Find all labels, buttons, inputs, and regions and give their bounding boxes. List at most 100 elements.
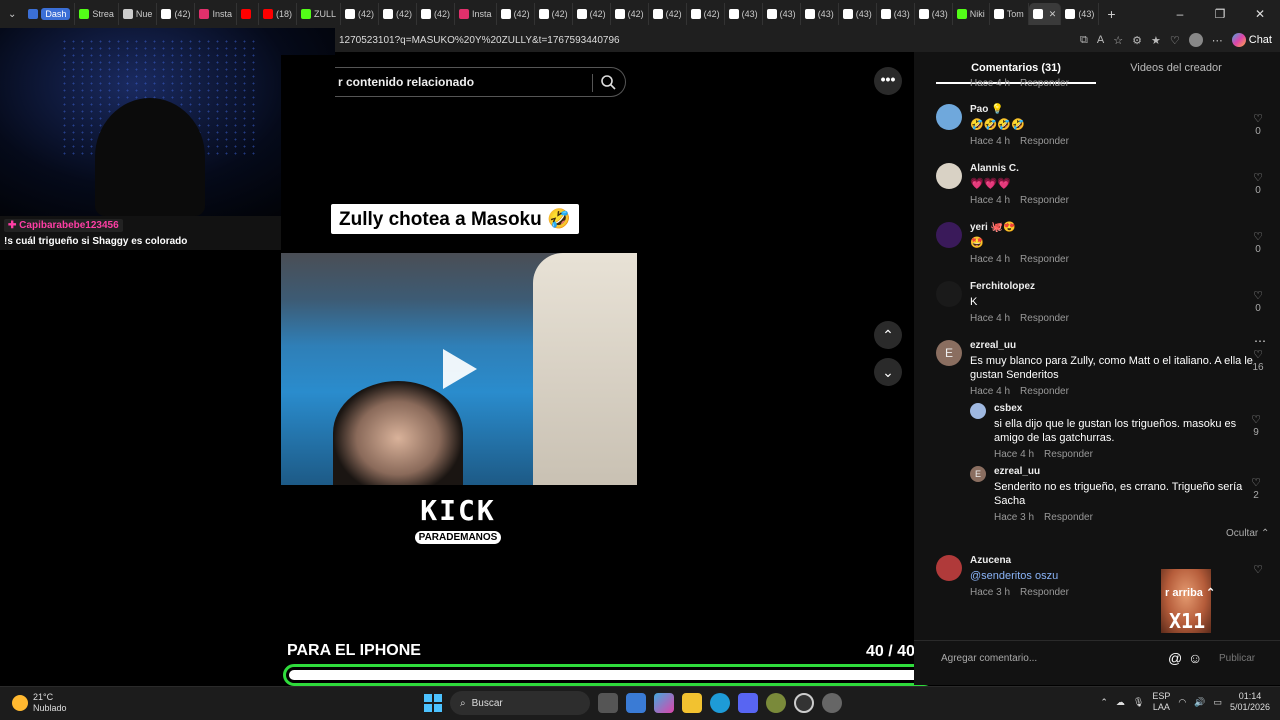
browser-tab[interactable]	[237, 3, 259, 25]
like-icon[interactable]: ♡ 9	[1248, 413, 1264, 438]
edge-icon[interactable]	[710, 693, 730, 713]
hide-replies-button[interactable]: Ocultar ⌃	[1226, 528, 1269, 539]
reply-link[interactable]: Responder	[1020, 254, 1069, 265]
avatar[interactable]	[936, 222, 962, 248]
play-icon[interactable]	[443, 349, 477, 389]
reply-author[interactable]: csbex	[994, 403, 1260, 414]
previous-video-button[interactable]: ⌃	[874, 321, 902, 349]
browser-tab[interactable]: (43)	[801, 3, 839, 25]
browser-tab[interactable]: Dash	[24, 3, 76, 25]
browser-tab[interactable]: (42)	[497, 3, 535, 25]
reply-link[interactable]: Responder	[1020, 78, 1069, 89]
minimize-button[interactable]: –	[1160, 7, 1200, 21]
reply-link[interactable]: Responder	[1020, 136, 1069, 147]
browser-tab[interactable]: (42)	[379, 3, 418, 25]
avatar[interactable]	[936, 555, 962, 581]
comment-input[interactable]: Agregar comentario...	[941, 653, 1037, 664]
avatar[interactable]	[936, 163, 962, 189]
url-text[interactable]: 1270523101?q=MASUKO%20Y%20ZULLY&t=176759…	[339, 35, 620, 46]
browser-tab[interactable]: Insta	[195, 3, 237, 25]
like-icon[interactable]: ♡ 0	[1250, 171, 1266, 196]
discord-icon[interactable]	[738, 693, 758, 713]
browser-tab[interactable]: (42)	[573, 3, 611, 25]
next-video-button[interactable]: ⌄	[874, 358, 902, 386]
browser-tab[interactable]: ZULL	[297, 3, 341, 25]
browser-tab[interactable]: (18)	[259, 3, 297, 25]
browser-tab[interactable]: (42)	[417, 3, 456, 25]
more-options-button[interactable]: •••	[874, 67, 902, 95]
taskbar-search[interactable]: ⌕ Buscar	[450, 691, 590, 715]
mic-icon[interactable]: 🎙	[1133, 697, 1144, 708]
avatar[interactable]	[936, 104, 962, 130]
related-search-input[interactable]: r contenido relacionado	[335, 67, 626, 97]
like-icon[interactable]: ♡ 16	[1250, 348, 1266, 373]
browser-tab[interactable]: Niki	[953, 3, 990, 25]
weather-widget[interactable]: 21°C Nublado	[12, 692, 67, 714]
tab-close-icon[interactable]: ✕	[1049, 9, 1057, 20]
start-icon[interactable]	[424, 694, 442, 712]
comment-author[interactable]: ezreal_uu	[970, 340, 1256, 351]
task-view-icon[interactable]	[598, 693, 618, 713]
reply-author[interactable]: ezreal_uu	[994, 466, 1260, 477]
favorite-star-icon[interactable]: ☆	[1113, 34, 1123, 47]
avatar[interactable]	[936, 281, 962, 307]
extensions-icon[interactable]: ⚙	[1132, 34, 1142, 47]
like-icon[interactable]: ♡ 0	[1250, 112, 1266, 137]
browser-tab[interactable]: (42)	[687, 3, 725, 25]
favorites-icon[interactable]: ★	[1151, 34, 1161, 47]
browser-tab[interactable]: (42)	[157, 3, 196, 25]
browser-tab[interactable]: Strea	[75, 3, 119, 25]
volume-icon[interactable]: 🔊	[1194, 697, 1205, 708]
network-icon[interactable]: ☁	[1116, 697, 1125, 708]
avatar[interactable]: E	[970, 466, 986, 482]
publish-button[interactable]: Publicar	[1219, 653, 1255, 664]
like-icon[interactable]: ♡ 2	[1248, 476, 1264, 501]
comment-author[interactable]: Alannis C.	[970, 163, 1256, 174]
avatar[interactable]	[970, 403, 986, 419]
copilot-app-icon[interactable]	[654, 693, 674, 713]
reply-link[interactable]: Responder	[1020, 587, 1069, 598]
browser-tab[interactable]: Tom	[990, 3, 1029, 25]
comment-more-icon[interactable]: ⋯	[1254, 334, 1266, 348]
avatar[interactable]: E	[936, 340, 962, 366]
tab-list-icon[interactable]: ⌄	[0, 9, 24, 20]
browser-tab[interactable]: Nue	[119, 3, 158, 25]
browser-tab[interactable]: (42)	[535, 3, 573, 25]
browser-tab[interactable]: Insta	[455, 3, 497, 25]
reply-link[interactable]: Responder	[1020, 313, 1069, 324]
browser-tab[interactable]: (42)	[341, 3, 380, 25]
profile-avatar[interactable]	[1188, 33, 1203, 47]
new-tab-button[interactable]: +	[1099, 6, 1123, 22]
browser-essentials-icon[interactable]: ♡	[1170, 34, 1180, 47]
wifi-icon[interactable]: ◠	[1178, 697, 1186, 708]
copilot-chat-button[interactable]: Chat	[1231, 33, 1272, 47]
scroll-to-top-button[interactable]: r arriba ⌃	[1165, 586, 1215, 599]
like-icon[interactable]: ♡ 0	[1250, 230, 1266, 255]
search-icon[interactable]	[600, 74, 616, 90]
obs-icon[interactable]	[794, 693, 814, 713]
browser-tab[interactable]: (43)	[839, 3, 877, 25]
emoji-icon[interactable]: ☺	[1188, 650, 1202, 666]
reply-link[interactable]: Responder	[1020, 386, 1069, 397]
store-icon[interactable]	[626, 693, 646, 713]
game-app-icon[interactable]	[766, 693, 786, 713]
clock[interactable]: 01:14 5/01/2026	[1230, 691, 1270, 713]
language-indicator[interactable]: ESP LAA	[1152, 691, 1170, 713]
comment-author[interactable]: Pao 💡	[970, 104, 1256, 115]
browser-tab[interactable]: (43)	[877, 3, 915, 25]
browser-tab[interactable]: (42)	[611, 3, 649, 25]
browser-tab[interactable]: (42)	[649, 3, 687, 25]
browser-tab[interactable]: (43)	[763, 3, 801, 25]
maximize-button[interactable]: ❐	[1200, 7, 1240, 21]
open-in-app-icon[interactable]: ⧉	[1080, 34, 1088, 47]
address-bar[interactable]: 1270523101?q=MASUKO%20Y%20ZULLY&t=176759…	[335, 28, 1280, 52]
reply-link[interactable]: Responder	[1044, 512, 1093, 523]
battery-icon[interactable]: ▭	[1213, 697, 1222, 708]
browser-tab[interactable]: ✕	[1028, 3, 1062, 25]
reply-link[interactable]: Responder	[1020, 195, 1069, 206]
file-explorer-icon[interactable]	[682, 693, 702, 713]
browser-tab[interactable]: (43)	[1061, 3, 1100, 25]
like-icon[interactable]: ♡	[1250, 563, 1266, 576]
comment-author[interactable]: Azucena	[970, 555, 1256, 566]
like-icon[interactable]: ♡ 0	[1250, 289, 1266, 314]
